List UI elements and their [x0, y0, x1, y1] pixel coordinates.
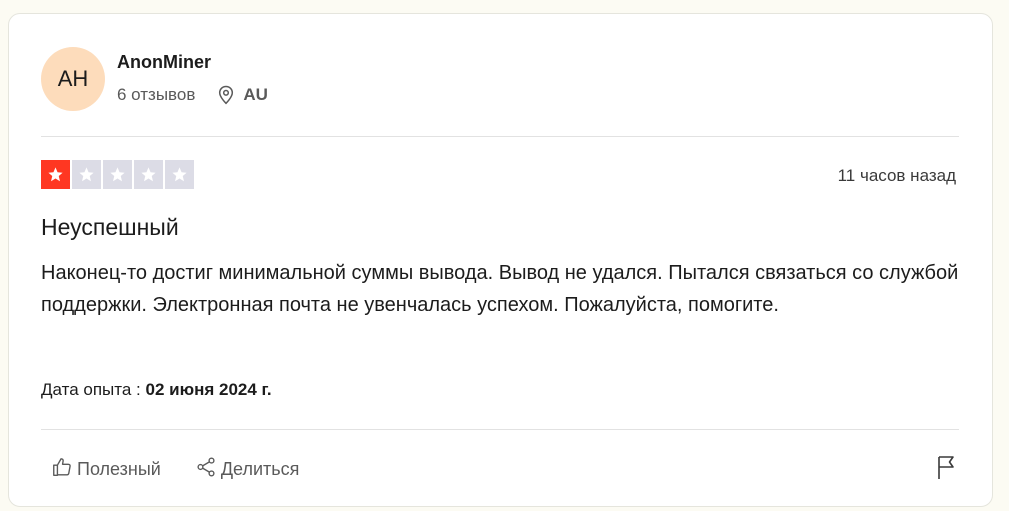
flag-icon	[936, 456, 958, 484]
share-icon	[195, 456, 217, 483]
avatar[interactable]: AH	[41, 47, 105, 111]
location-pin-icon	[217, 85, 235, 105]
review-time: 11 часов назад	[837, 166, 956, 185]
star-icon	[41, 160, 70, 189]
helpful-button[interactable]: Полезный	[51, 456, 161, 483]
star-rating	[41, 160, 194, 189]
share-label: Делиться	[220, 459, 300, 479]
star-icon	[134, 160, 163, 189]
star-icon	[165, 160, 194, 189]
reviewer-name[interactable]: AnonMiner	[117, 52, 211, 73]
reviewer-meta: 6 отзывов AU	[117, 85, 268, 105]
divider	[41, 136, 959, 137]
helpful-label: Полезный	[77, 459, 161, 479]
review-body: Наконец-то достиг минимальной суммы выво…	[41, 262, 959, 316]
experience-date-label: Дата опыта :	[41, 380, 141, 399]
report-button[interactable]	[936, 454, 958, 485]
thumbs-up-icon	[51, 456, 73, 483]
reviewer-country: AU	[243, 85, 268, 104]
reviews-count: 6 отзывов	[117, 85, 196, 104]
review-card: AH AnonMiner 6 отзывов AU 11 часов назад	[8, 13, 993, 507]
share-button[interactable]: Делиться	[195, 456, 300, 483]
review-actions: Полезный Делиться	[51, 456, 333, 483]
star-icon	[103, 160, 132, 189]
experience-date-value: 02 июня 2024 г.	[145, 380, 272, 399]
review-title[interactable]: Неуспешный	[41, 214, 179, 241]
divider	[41, 429, 959, 430]
experience-date: Дата опыта : 02 июня 2024 г.	[41, 380, 272, 400]
star-icon	[72, 160, 101, 189]
